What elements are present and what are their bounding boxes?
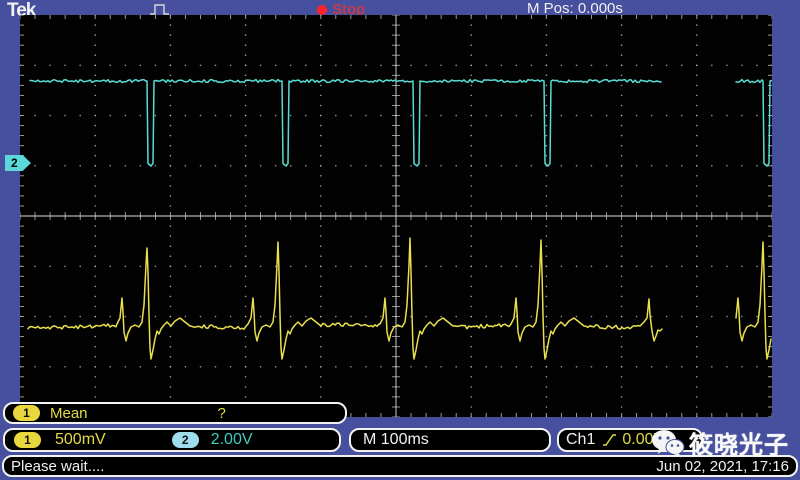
vertical-scale-readouts: 1 500mV 2 2.00V xyxy=(3,428,341,452)
ch2-marker-label: 2 xyxy=(11,156,18,170)
status-message: Please wait.... xyxy=(11,458,104,475)
record-dot-icon xyxy=(317,5,327,15)
measurement-readout: 1 Mean ? xyxy=(3,402,347,424)
timebase-readout: M 100ms xyxy=(349,428,551,452)
ch2-waveform xyxy=(30,80,772,167)
oscilloscope-bezel: Tek Stop M Pos: 0.000s 2 1 Mean ? 1 500m… xyxy=(0,0,800,480)
ch1-scale-readout: 500mV xyxy=(55,431,106,449)
watermark: 筱晓光子 xyxy=(651,425,789,460)
waveform-area xyxy=(20,15,772,417)
wechat-icon xyxy=(651,428,685,458)
trigger-source: Ch1 xyxy=(566,431,595,449)
ch1-badge: 1 xyxy=(14,432,41,448)
ch1-badge: 1 xyxy=(13,405,40,421)
rising-edge-icon xyxy=(602,433,617,447)
measurement-value: ? xyxy=(218,405,226,422)
watermark-text: 筱晓光子 xyxy=(689,425,789,460)
ch2-badge: 2 xyxy=(172,432,199,448)
timebase-value: M 100ms xyxy=(363,431,429,449)
measurement-type: Mean xyxy=(50,405,88,422)
scope-display xyxy=(20,15,772,417)
ch2-scale-readout: 2.00V xyxy=(211,431,253,449)
datetime-readout: Jun 02, 2021, 17:16 xyxy=(656,458,789,475)
graticule xyxy=(20,15,772,417)
